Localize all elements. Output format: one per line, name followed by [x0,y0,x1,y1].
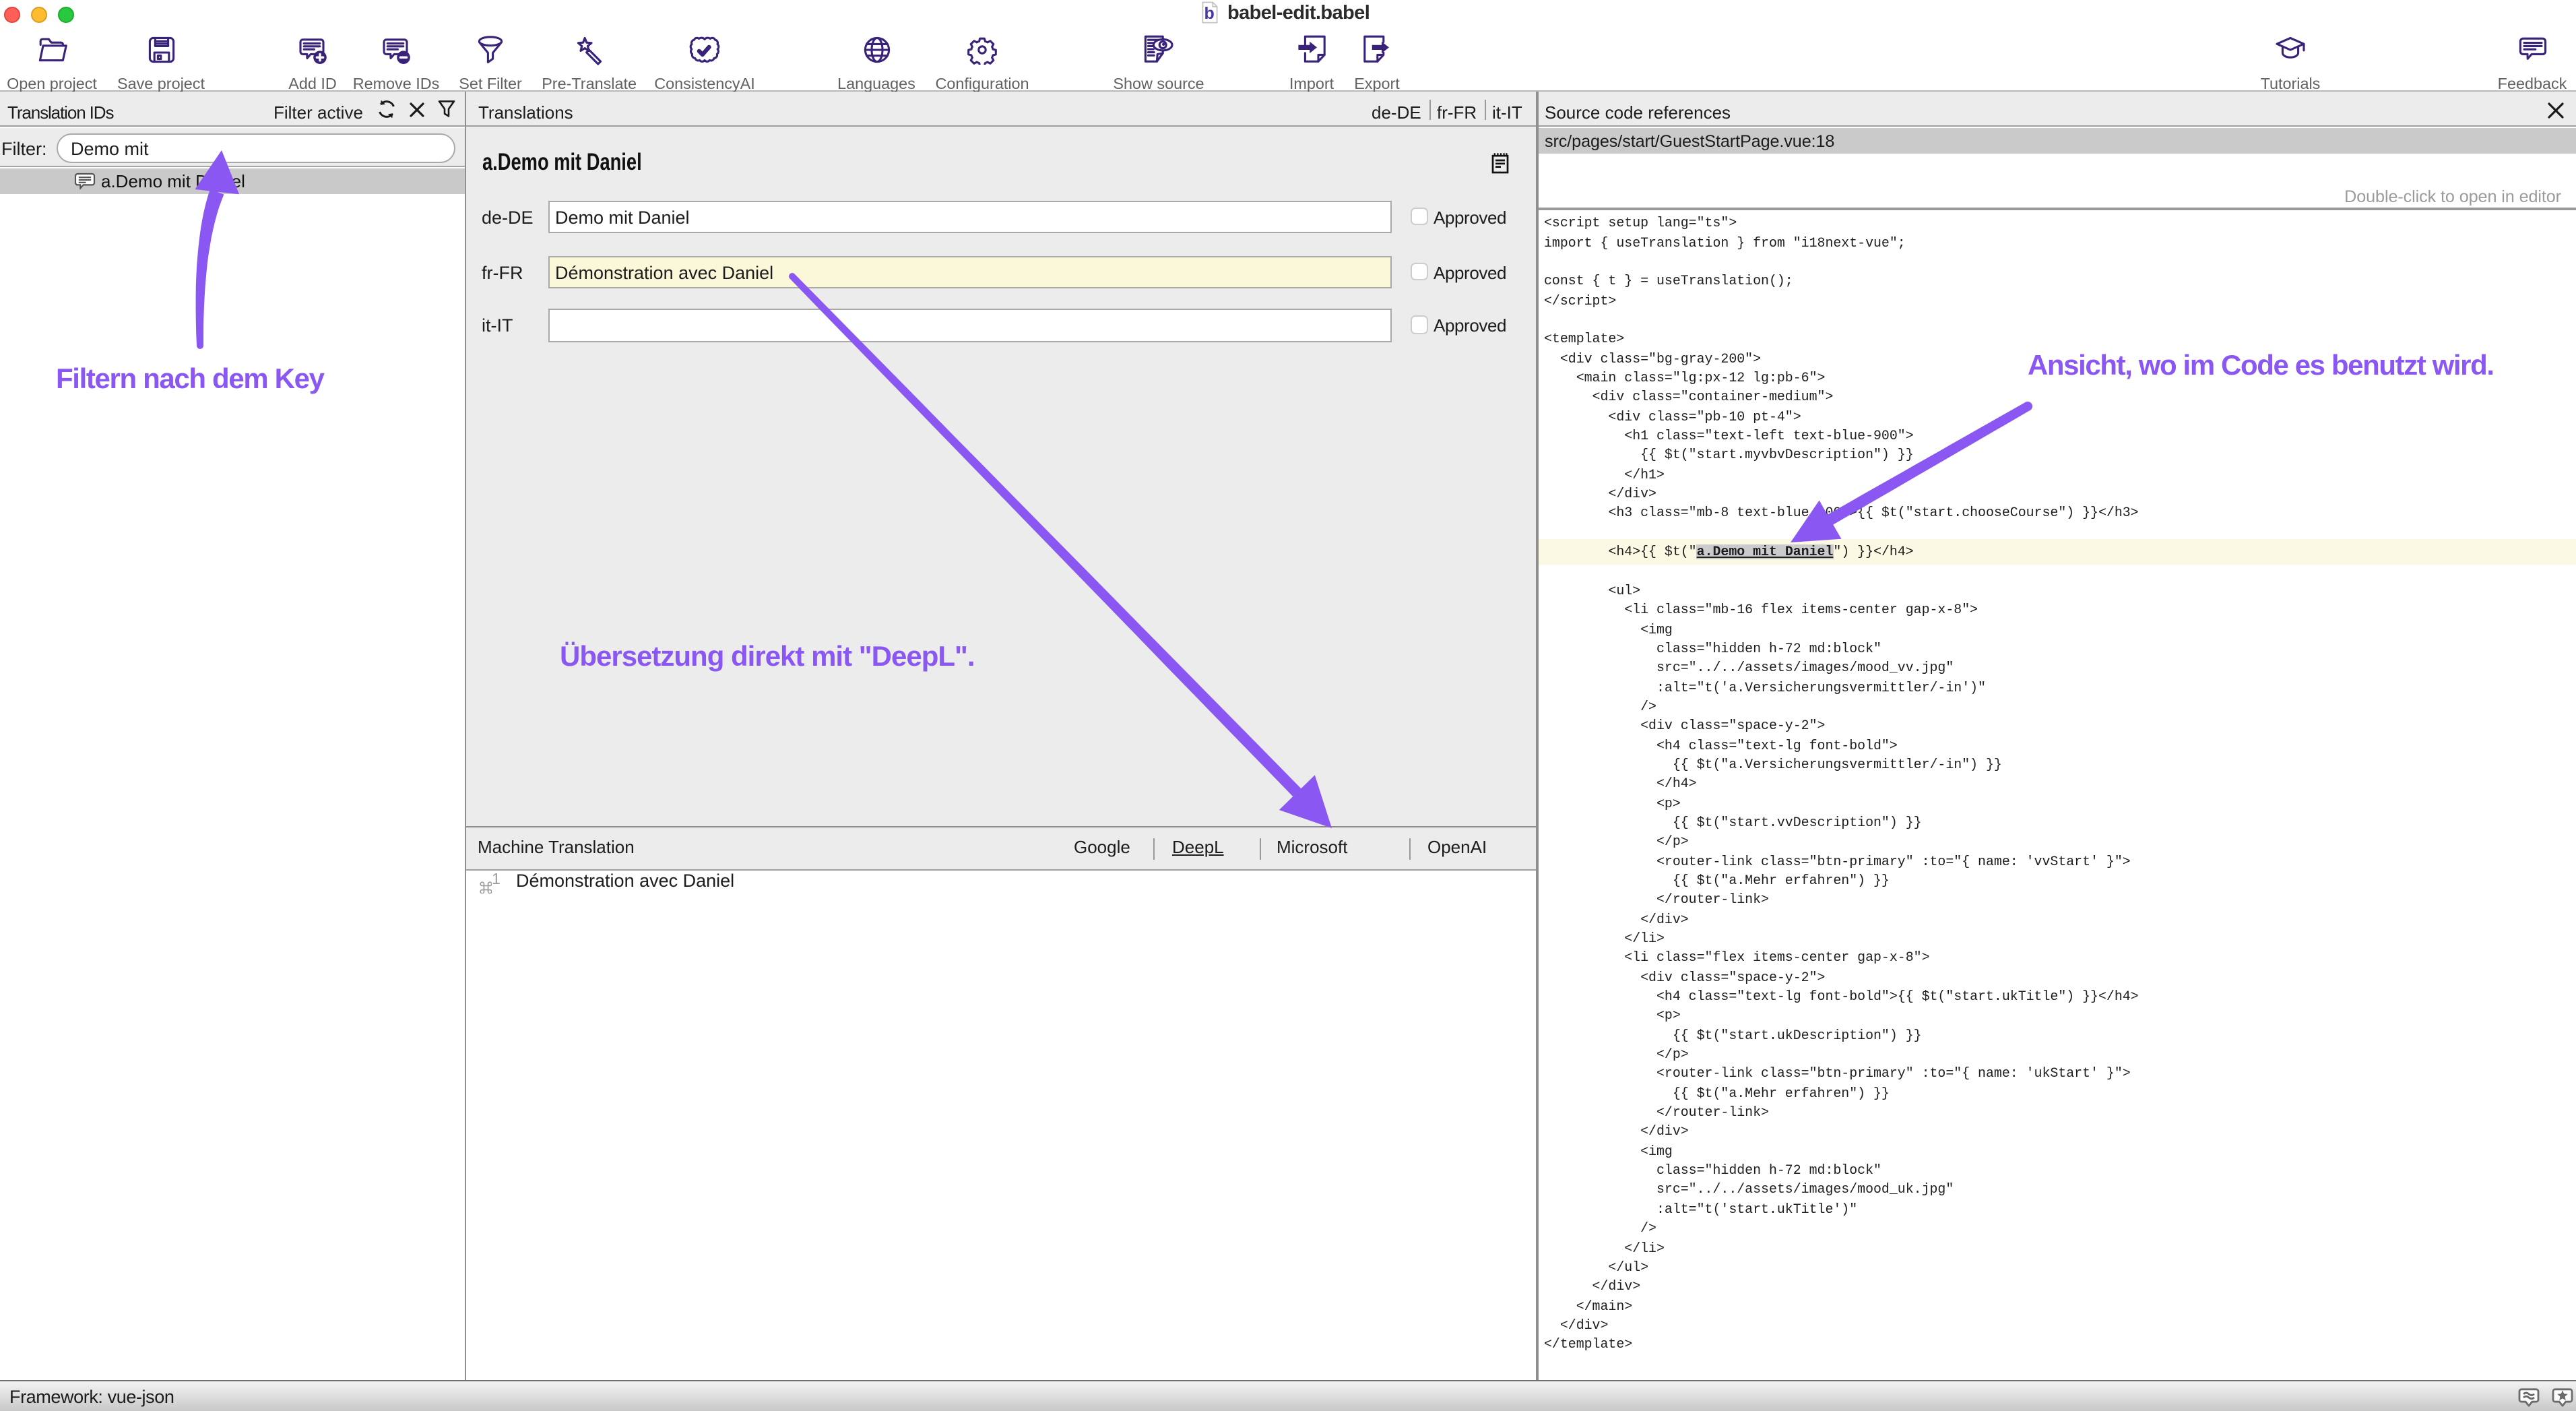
svg-text:b: b [1204,5,1215,24]
